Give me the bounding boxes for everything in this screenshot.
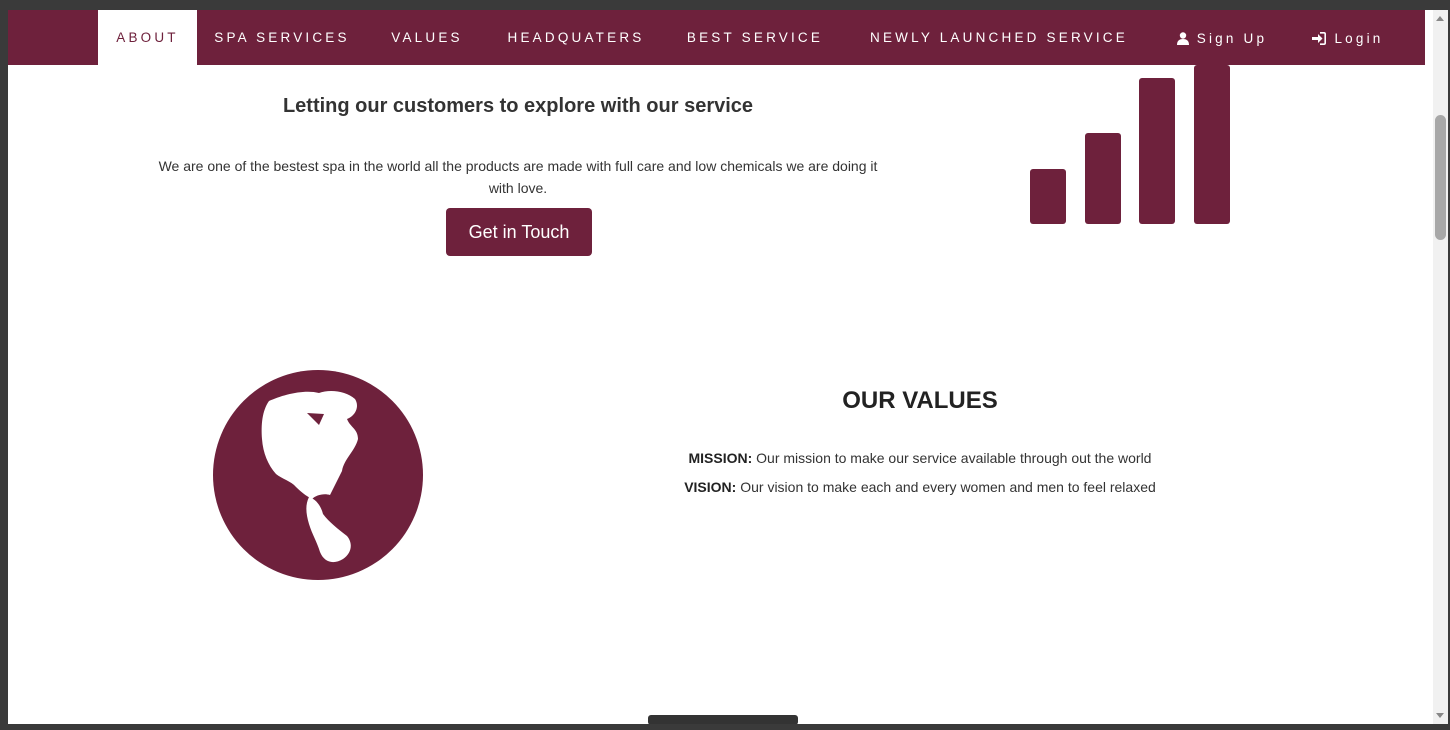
hero-title: Letting our customers to explore with ou… — [282, 95, 754, 117]
scrollbar-thumb[interactable] — [1435, 115, 1446, 240]
nav-spa-services[interactable]: SPA SERVICES — [197, 10, 367, 65]
mission-text: Our mission to make our service availabl… — [752, 450, 1152, 466]
get-in-touch-button[interactable]: Get in Touch — [446, 208, 592, 256]
signup-label: Sign Up — [1196, 30, 1268, 46]
signal-bars-icon — [1030, 65, 1230, 224]
mission-statement: MISSION: Our mission to make our service… — [620, 450, 1220, 466]
browser-viewport: ABOUT SPA SERVICES VALUES HEADQUATERS BE… — [8, 10, 1448, 724]
top-navbar: ABOUT SPA SERVICES VALUES HEADQUATERS BE… — [8, 10, 1425, 65]
scroll-up-arrow-icon[interactable] — [1436, 16, 1444, 21]
page-content: Letting our customers to explore with ou… — [8, 65, 1433, 724]
vision-label: VISION: — [684, 479, 737, 495]
nav-values[interactable]: VALUES — [377, 10, 477, 65]
user-icon — [1176, 32, 1189, 45]
mission-label: MISSION: — [688, 450, 753, 466]
nav-signup[interactable]: Sign Up — [1166, 10, 1278, 65]
globe-icon — [213, 370, 423, 580]
nav-headquaters[interactable]: HEADQUATERS — [491, 10, 661, 65]
nav-best-service[interactable]: BEST SERVICE — [670, 10, 840, 65]
login-icon — [1312, 31, 1327, 45]
vertical-scrollbar[interactable] — [1433, 10, 1448, 724]
nav-login[interactable]: Login — [1298, 10, 1398, 65]
vision-text: Our vision to make each and every women … — [736, 479, 1156, 495]
vision-statement: VISION: Our vision to make each and ever… — [620, 479, 1220, 495]
hero-description: We are one of the bestest spa in the wor… — [158, 158, 878, 196]
login-label: Login — [1334, 30, 1384, 46]
scroll-down-arrow-icon[interactable] — [1436, 713, 1444, 718]
nav-newly-launched-service[interactable]: NEWLY LAUNCHED SERVICE — [854, 10, 1144, 65]
next-section-heading-cutoff — [648, 715, 798, 724]
values-title: OUR VALUES — [842, 387, 998, 414]
nav-about[interactable]: ABOUT — [98, 10, 197, 65]
